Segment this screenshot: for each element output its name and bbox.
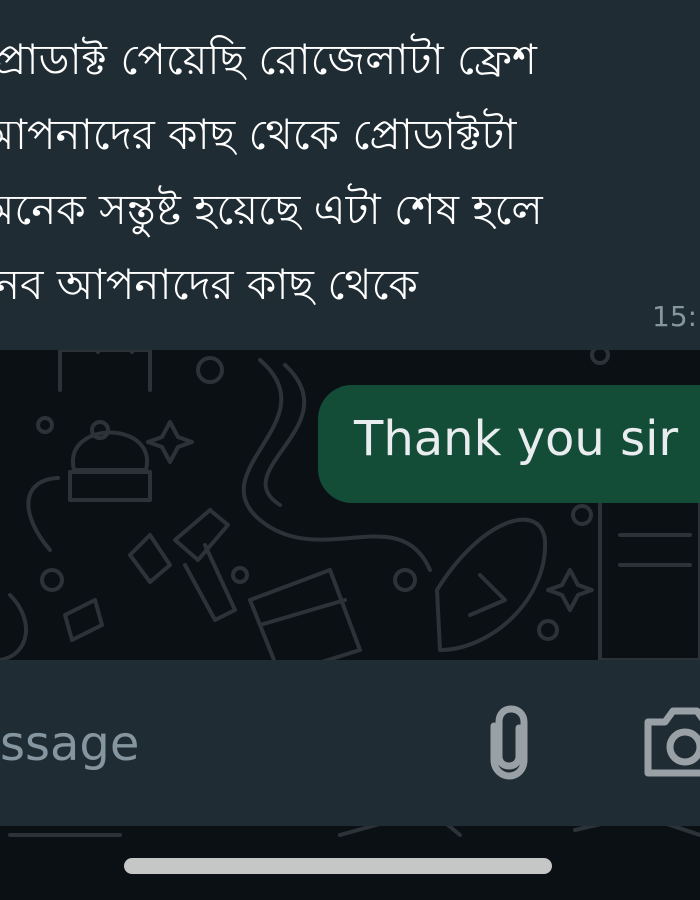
outgoing-message-bubble[interactable]: Thank you sir bbox=[318, 385, 700, 503]
home-indicator[interactable] bbox=[124, 858, 552, 874]
incoming-message-line: অনেক সন্তুষ্ট হয়েছে এটা শেষ হলে bbox=[0, 185, 543, 234]
paperclip-icon[interactable] bbox=[480, 704, 538, 780]
incoming-message-text: প্রোডাক্ট পেয়েছি রোজেলাটা ফ্রেশ আপনাদের … bbox=[0, 22, 698, 322]
incoming-message-line: আপনাদের কাছ থেকে প্রোডাক্টটা bbox=[0, 110, 517, 159]
outgoing-message-text: Thank you sir bbox=[354, 411, 679, 467]
chat-screen: প্রোডাক্ট পেয়েছি রোজেলাটা ফ্রেশ আপনাদের … bbox=[0, 0, 700, 900]
message-timestamp: 15: bbox=[652, 300, 698, 333]
message-input[interactable]: ssage bbox=[0, 716, 139, 772]
incoming-message-line: নেব আপনাদের কাছ থেকে bbox=[0, 260, 418, 309]
camera-icon[interactable] bbox=[640, 706, 700, 778]
incoming-message-line: প্রোডাক্ট পেয়েছি রোজেলাটা ফ্রেশ bbox=[0, 35, 537, 84]
